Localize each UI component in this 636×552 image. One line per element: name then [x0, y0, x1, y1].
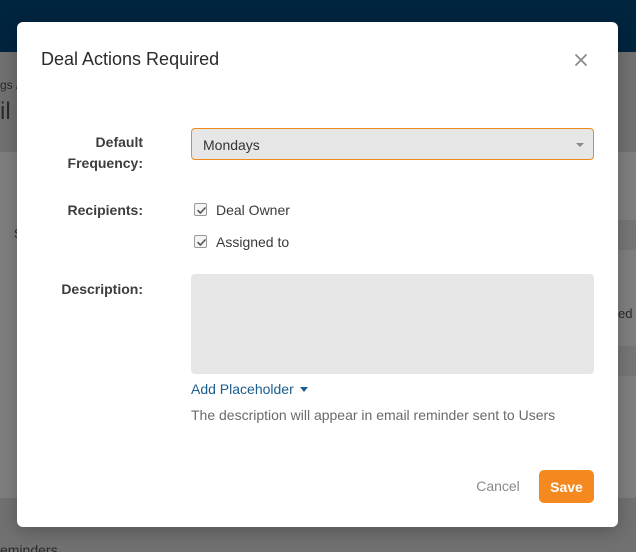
checkmark-icon	[197, 207, 206, 214]
deal-owner-checkbox[interactable]	[194, 203, 207, 216]
save-button[interactable]: Save	[539, 470, 594, 503]
description-textarea[interactable]	[191, 274, 594, 374]
caret-down-icon	[299, 387, 308, 392]
recipients-label: Recipients:	[67, 202, 143, 218]
add-placeholder-dropdown[interactable]: Add Placeholder	[191, 381, 308, 397]
modal-title: Deal Actions Required	[41, 49, 220, 69]
cancel-button[interactable]: Cancel	[465, 473, 531, 499]
deal-actions-modal: Deal Actions Required Default Frequency:…	[17, 22, 618, 527]
description-helper-text: The description will appear in email rem…	[191, 407, 556, 423]
frequency-select-value: Mondays	[203, 137, 260, 153]
assigned-to-checkbox[interactable]	[194, 235, 207, 248]
add-placeholder-label: Add Placeholder	[191, 381, 294, 397]
description-label: Description:	[61, 281, 143, 297]
page-title: il	[0, 98, 11, 125]
frequency-select[interactable]: Mondays	[191, 128, 594, 160]
chevron-down-icon	[576, 143, 584, 147]
frequency-label: Default Frequency:	[67, 134, 143, 171]
assigned-to-label: Assigned to	[216, 234, 290, 250]
deal-owner-label: Deal Owner	[216, 202, 290, 218]
checkmark-icon	[197, 239, 206, 246]
close-button[interactable]	[572, 51, 590, 69]
table-cell-text: ed t	[618, 306, 636, 321]
section-heading: eminders	[0, 542, 58, 552]
close-icon	[575, 54, 587, 66]
